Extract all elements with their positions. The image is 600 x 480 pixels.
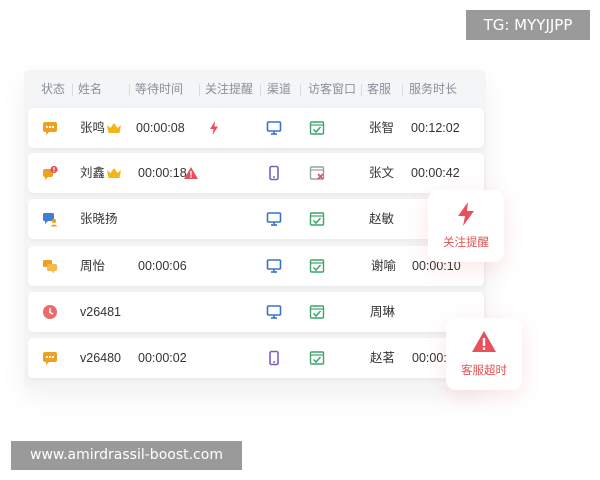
warning-icon (470, 328, 498, 356)
check-window-icon[interactable] (309, 211, 325, 227)
transfer-chat-icon (42, 211, 58, 227)
table-header: 状态 姓名 等待时间 关注提醒 渠道 访客窗口 客服 服务时长 (24, 74, 486, 104)
wait-time: 00:00:06 (138, 259, 187, 273)
header-visitor-window: 访客窗口 (308, 82, 357, 96)
overtime-alert-card[interactable]: 客服超时 (446, 318, 522, 390)
check-window-icon[interactable] (309, 304, 325, 320)
mobile-icon (266, 165, 282, 181)
header-divider (361, 84, 362, 96)
service-duration: 00:12:02 (411, 121, 460, 135)
check-window-icon[interactable] (309, 258, 325, 274)
header-status: 状态 (41, 82, 66, 96)
service-duration: 00:00:42 (411, 166, 460, 180)
agent-name: 赵敏 (369, 212, 395, 226)
lightning-icon (452, 200, 480, 228)
header-wait-time: 等待时间 (135, 82, 184, 96)
agent-name: 赵茗 (370, 351, 396, 365)
header-agent: 客服 (367, 82, 392, 96)
agent-name: 张智 (369, 121, 395, 135)
visitor-name[interactable]: 张晓扬 (80, 199, 118, 239)
monitor-icon (266, 258, 282, 274)
agent-name: 周琳 (370, 305, 396, 319)
visitor-name[interactable]: 刘鑫 (80, 153, 105, 193)
attention-alert-label: 关注提醒 (443, 237, 489, 249)
agent-name: 张文 (369, 166, 395, 180)
lightning-icon[interactable] (206, 120, 222, 136)
chat-icon (42, 120, 58, 136)
table-row[interactable]: 张晓扬 赵敏 (28, 199, 484, 239)
monitor-icon (266, 120, 282, 136)
overtime-alert-label: 客服超时 (461, 365, 507, 377)
wait-time: 00:00:02 (138, 351, 187, 365)
header-divider (260, 84, 261, 96)
chat-icon (42, 258, 58, 274)
chat-icon (42, 350, 58, 366)
check-window-icon[interactable] (309, 120, 325, 136)
monitor-icon (266, 304, 282, 320)
warning-icon[interactable] (183, 165, 199, 181)
visitor-name[interactable]: v26481 (80, 292, 121, 332)
mobile-icon (266, 350, 282, 366)
crown-icon (106, 120, 122, 136)
table-row[interactable]: v26481 周琳 (28, 292, 484, 332)
check-window-icon[interactable] (309, 350, 325, 366)
service-duration: 00:00: (412, 351, 447, 365)
table-row[interactable]: v26480 00:00:02 赵茗 00:00: (28, 338, 484, 378)
header-attention: 关注提醒 (205, 82, 254, 96)
wait-time: 00:00:08 (136, 121, 185, 135)
visitor-name[interactable]: 周怡 (80, 246, 105, 286)
visitor-name[interactable]: 张鸣 (80, 108, 105, 148)
visitor-name[interactable]: v26480 (80, 338, 121, 378)
header-divider (72, 84, 73, 96)
wait-time: 00:00:18 (138, 166, 187, 180)
closed-window-icon[interactable] (309, 165, 325, 181)
header-divider (300, 84, 301, 96)
header-divider (199, 84, 200, 96)
table-row[interactable]: 周怡 00:00:06 谢喻 00:00:10 (28, 246, 484, 286)
table-row[interactable]: 刘鑫 00:00:18 张文 00:00:42 (28, 153, 484, 193)
chat-alert-icon (42, 165, 58, 181)
monitor-icon (266, 211, 282, 227)
header-divider (129, 84, 130, 96)
attention-alert-card[interactable]: 关注提醒 (428, 190, 504, 262)
watermark-bottom: www.amirdrassil-boost.com (11, 441, 242, 470)
watermark-top: TG: MYYJJPP (466, 10, 590, 40)
table-row[interactable]: 张鸣 00:00:08 张智 00:12:02 (28, 108, 484, 148)
agent-name: 谢喻 (371, 259, 397, 273)
header-name: 姓名 (78, 82, 103, 96)
crown-icon (106, 165, 122, 181)
header-duration: 服务时长 (409, 82, 458, 96)
header-divider (402, 84, 403, 96)
header-channel: 渠道 (267, 82, 292, 96)
clock-icon (42, 304, 58, 320)
